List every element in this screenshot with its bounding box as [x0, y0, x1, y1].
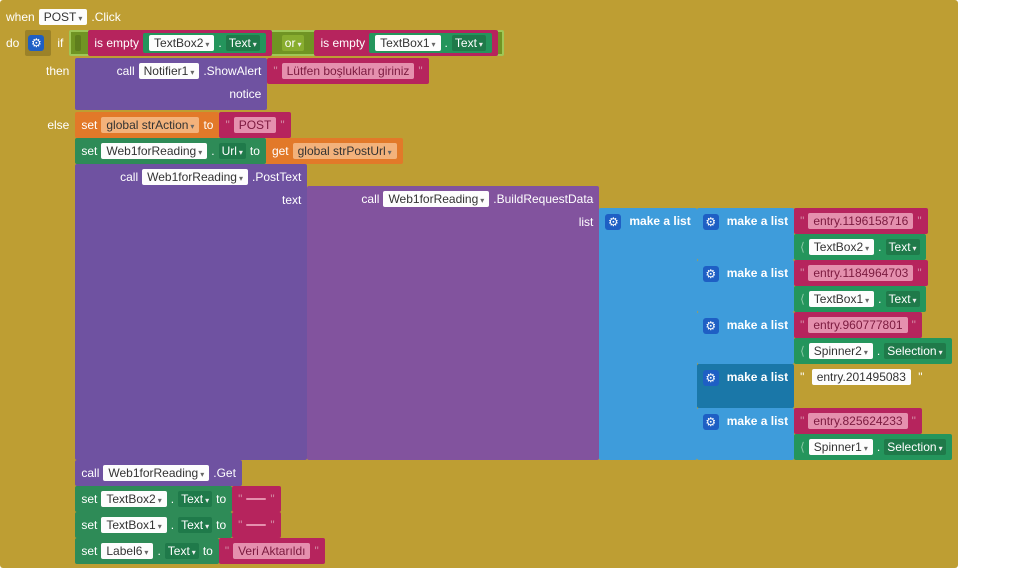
make-a-list-inner-1[interactable]: make a list	[697, 260, 794, 312]
set-label6-text[interactable]: set Label6▾ . Text▾ to	[75, 538, 218, 564]
is-empty-left[interactable]: is empty TextBox2▾ . Text▾	[88, 30, 271, 56]
call-notifier-showalert[interactable]: call Notifier1▾ .ShowAlert notice	[75, 58, 267, 110]
call-web1-posttext[interactable]: call Web1forReading▾ .PostText text	[75, 164, 307, 460]
empty-string-2[interactable]: ""	[232, 512, 281, 538]
textbox1-text-getter[interactable]: TextBox1▾ . Text▾	[369, 33, 492, 53]
component-getter-1[interactable]: ⟨TextBox1▾.Text▾	[794, 286, 925, 312]
entry-string-4[interactable]: "entry.825624233"	[794, 408, 922, 434]
set-textbox2-text[interactable]: set TextBox2▾ . Text▾ to	[75, 486, 232, 512]
notice-string[interactable]: " Lütfen boşlukları giriniz "	[267, 58, 428, 84]
set-global-straction[interactable]: set global strAction▾ to	[75, 112, 219, 138]
set-textbox1-text[interactable]: set TextBox1▾ . Text▾ to	[75, 512, 232, 538]
empty-string-1[interactable]: ""	[232, 486, 281, 512]
when-component[interactable]: POST▾	[39, 9, 88, 25]
notice-arg-label: notice	[229, 87, 261, 101]
when-keyword: when	[6, 10, 35, 24]
get-global-strposturl[interactable]: get global strPostUrl▾	[266, 138, 403, 164]
if-condition-container: is empty TextBox2▾ . Text▾ or▾	[69, 30, 504, 56]
when-header: when POST▾ .Click	[6, 4, 952, 30]
if-gear[interactable]	[25, 30, 51, 56]
is-empty-right[interactable]: is empty TextBox1▾ . Text▾	[314, 30, 497, 56]
make-a-list-outer[interactable]: make a list	[599, 208, 696, 460]
veri-aktarildi-string[interactable]: "Veri Aktarıldı"	[219, 538, 325, 564]
else-keyword: else	[47, 118, 69, 132]
make-a-list-inner-0[interactable]: make a list	[697, 208, 794, 260]
entry-string-2[interactable]: "entry.960777801"	[794, 312, 922, 338]
call-keyword: call	[117, 64, 135, 78]
sublists-column: make a list"entry.1196158716"⟨TextBox2▾.…	[697, 208, 952, 460]
make-a-list-inner-2[interactable]: make a list	[697, 312, 794, 364]
text-arg-label: text	[282, 193, 301, 207]
do-keyword: do	[6, 36, 19, 50]
entry-string-0[interactable]: "entry.1196158716"	[794, 208, 928, 234]
entry-string-1[interactable]: "entry.1184964703"	[794, 260, 928, 286]
make-a-list-inner-3[interactable]: make a list	[697, 364, 794, 408]
call-web1-get[interactable]: call Web1forReading▾ .Get	[75, 460, 242, 486]
when-event-block[interactable]: when POST▾ .Click do if is em	[0, 0, 958, 568]
entry-string-3[interactable]: " entry.201495083 "	[794, 364, 928, 390]
then-keyword: then	[46, 64, 69, 78]
component-getter-2[interactable]: ⟨Spinner2▾.Selection▾	[794, 338, 951, 364]
component-getter-4[interactable]: ⟨Spinner1▾.Selection▾	[794, 434, 951, 460]
make-a-list-inner-4[interactable]: make a list	[697, 408, 794, 460]
if-keyword: if	[57, 36, 63, 50]
post-string[interactable]: "POST"	[219, 112, 290, 138]
set-web1-url[interactable]: set Web1forReading▾ . Url▾ to	[75, 138, 266, 164]
call-web1-buildrequestdata[interactable]: call Web1forReading▾ .BuildRequestData l…	[307, 186, 599, 460]
when-event: .Click	[91, 10, 120, 24]
or-operator[interactable]: or▾	[276, 33, 311, 53]
component-getter-0[interactable]: ⟨TextBox2▾.Text▾	[794, 234, 925, 260]
list-arg-label: list	[579, 215, 594, 229]
textbox2-text-getter[interactable]: TextBox2▾ . Text▾	[143, 33, 266, 53]
